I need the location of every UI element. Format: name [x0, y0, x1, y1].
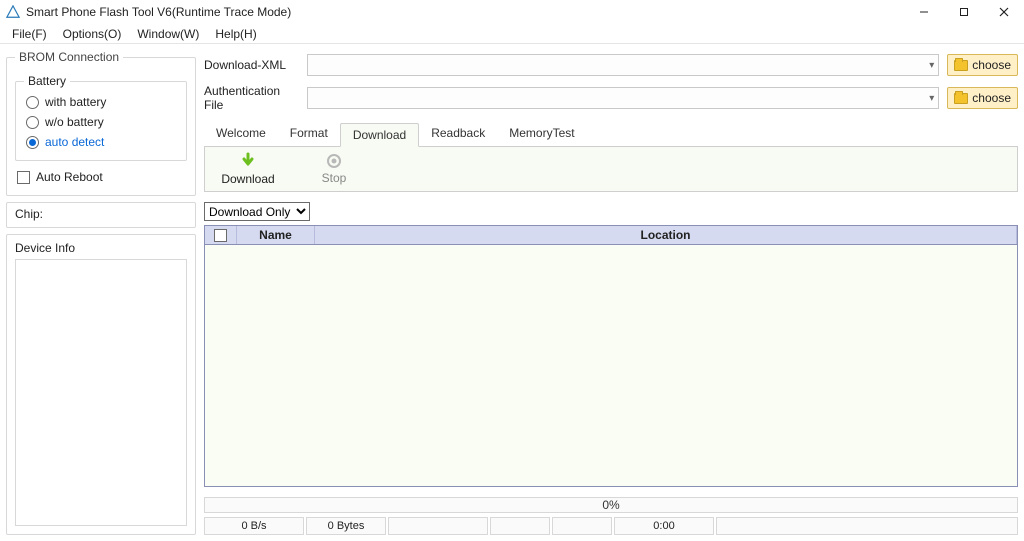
stop-button[interactable]: Stop	[291, 147, 377, 191]
choose-label: choose	[972, 91, 1011, 105]
status-bar: 0 B/s 0 Bytes 0:00	[204, 517, 1018, 535]
device-info-area	[15, 259, 187, 526]
status-cell-4	[490, 517, 550, 535]
chip-group: Chip:	[6, 202, 196, 228]
auth-file-label: Authentication File	[204, 84, 299, 112]
brom-connection-label: BROM Connection	[15, 50, 123, 64]
download-arrow-icon	[239, 152, 257, 170]
status-bytes: 0 Bytes	[306, 517, 386, 535]
folder-icon	[954, 93, 968, 104]
download-button[interactable]: Download	[205, 147, 291, 191]
checkbox-icon	[17, 171, 30, 184]
device-info-group: Device Info	[6, 234, 196, 535]
download-xml-choose-button[interactable]: choose	[947, 54, 1018, 76]
table-header-name: Name	[237, 226, 315, 244]
download-button-label: Download	[221, 172, 274, 186]
radio-wo-battery-label: w/o battery	[45, 115, 104, 129]
table-header: Name Location	[205, 226, 1017, 245]
table-header-checkbox[interactable]	[205, 226, 237, 244]
window-title: Smart Phone Flash Tool V6(Runtime Trace …	[26, 5, 291, 19]
download-xml-label: Download-XML	[204, 58, 299, 72]
auto-reboot-label: Auto Reboot	[36, 170, 103, 184]
app-logo-icon	[6, 5, 20, 19]
radio-auto-detect-label: auto detect	[45, 135, 104, 149]
auth-file-combo[interactable]: ▾	[307, 87, 939, 109]
progress-bar: 0%	[204, 497, 1018, 513]
menu-help[interactable]: Help(H)	[207, 25, 264, 43]
device-info-label: Device Info	[15, 241, 187, 255]
status-cell-5	[552, 517, 612, 535]
menu-bar: File(F) Options(O) Window(W) Help(H)	[0, 24, 1024, 44]
chevron-down-icon: ▾	[929, 60, 934, 71]
battery-label: Battery	[24, 74, 70, 88]
choose-label: choose	[972, 58, 1011, 72]
download-mode-select[interactable]: Download Only	[204, 202, 310, 221]
close-button[interactable]	[984, 0, 1024, 24]
checkbox-icon	[214, 229, 227, 242]
tab-welcome[interactable]: Welcome	[204, 122, 278, 146]
minimize-button[interactable]	[904, 0, 944, 24]
radio-wo-battery[interactable]: w/o battery	[24, 112, 178, 132]
battery-group: Battery with battery w/o battery auto de…	[15, 74, 187, 161]
status-cell-3	[388, 517, 488, 535]
chevron-down-icon: ▾	[929, 93, 934, 104]
auth-file-choose-button[interactable]: choose	[947, 87, 1018, 109]
stop-button-label: Stop	[322, 171, 347, 185]
tab-format[interactable]: Format	[278, 122, 340, 146]
partition-table: Name Location	[204, 225, 1018, 487]
progress-text: 0%	[602, 498, 619, 512]
status-time: 0:00	[614, 517, 714, 535]
radio-icon	[26, 116, 39, 129]
folder-icon	[954, 60, 968, 71]
menu-options[interactable]: Options(O)	[55, 25, 130, 43]
tab-readback[interactable]: Readback	[419, 122, 497, 146]
table-header-location: Location	[315, 226, 1017, 244]
tab-download[interactable]: Download	[340, 123, 419, 147]
radio-with-battery[interactable]: with battery	[24, 92, 178, 112]
tab-memorytest[interactable]: MemoryTest	[497, 122, 586, 146]
status-speed: 0 B/s	[204, 517, 304, 535]
radio-icon	[26, 136, 39, 149]
toolbar: Download Stop	[204, 147, 1018, 192]
tab-strip: Welcome Format Download Readback MemoryT…	[204, 122, 1018, 147]
maximize-button[interactable]	[944, 0, 984, 24]
auto-reboot-checkbox[interactable]: Auto Reboot	[15, 167, 187, 187]
download-xml-combo[interactable]: ▾	[307, 54, 939, 76]
title-bar: Smart Phone Flash Tool V6(Runtime Trace …	[0, 0, 1024, 24]
radio-with-battery-label: with battery	[45, 95, 106, 109]
chip-label: Chip:	[15, 207, 43, 221]
stop-icon	[326, 153, 342, 169]
table-body	[205, 245, 1017, 486]
status-cell-7	[716, 517, 1018, 535]
brom-connection-group: BROM Connection Battery with battery w/o…	[6, 50, 196, 196]
radio-icon	[26, 96, 39, 109]
menu-window[interactable]: Window(W)	[129, 25, 207, 43]
menu-file[interactable]: File(F)	[4, 25, 55, 43]
radio-auto-detect[interactable]: auto detect	[24, 132, 178, 152]
